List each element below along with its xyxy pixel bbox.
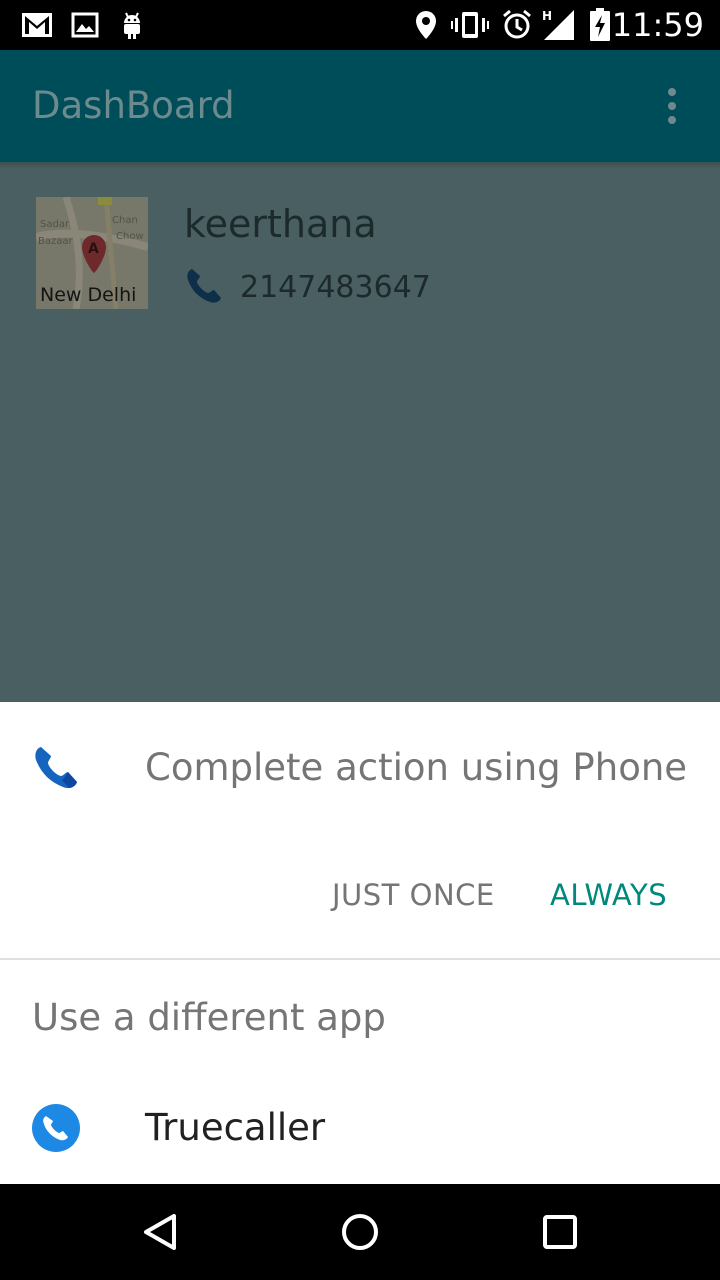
recents-icon[interactable] [536,1208,584,1256]
svg-text:Bazaar: Bazaar [38,236,73,247]
contact-name: keerthana [184,202,377,246]
android-icon [116,8,148,42]
truecaller-icon: true [32,1104,80,1152]
map-thumbnail[interactable]: Sadar Bazaar Chan Chow A New Delhi [36,197,148,309]
back-icon[interactable] [136,1208,184,1256]
different-app-heading: Use a different app [32,996,386,1039]
signal-h-icon: H [540,8,576,42]
battery-charging-icon [588,8,612,42]
app-title: DashBoard [32,84,235,127]
svg-text:A: A [88,241,99,257]
svg-text:Chan: Chan [112,215,138,226]
navigation-bar [0,1184,720,1280]
just-once-button[interactable]: JUST ONCE [316,868,511,922]
more-vert-icon[interactable] [652,86,692,126]
svg-text:true: true [59,1121,73,1129]
divider [0,958,720,960]
home-icon[interactable] [336,1208,384,1256]
gallery-icon [70,8,100,42]
status-time: 11:59 [611,6,704,44]
location-icon [412,8,440,42]
contact-list: Sadar Bazaar Chan Chow A New Delhi keert… [0,162,720,702]
app-bar-shadow [0,162,720,168]
map-thumbnail-label: New Delhi [40,284,136,306]
svg-text:H: H [542,9,552,23]
vibrate-icon [450,8,490,42]
gmail-icon [20,8,54,42]
app-bar: DashBoard [0,50,720,162]
svg-text:Sadar: Sadar [40,219,70,230]
contact-phone: 2147483647 [240,270,431,305]
svg-text:Chow: Chow [116,231,144,242]
always-button[interactable]: ALWAYS [534,868,683,922]
phone-app-icon [32,744,80,792]
chooser-sheet: Complete action using Phone JUST ONCE AL… [0,702,720,1184]
app-option-truecaller[interactable]: true Truecaller [0,1074,720,1184]
alarm-icon [500,8,534,42]
phone-icon[interactable] [184,266,224,306]
chooser-title: Complete action using Phone [145,746,688,789]
status-bar: H 11:59 [0,0,720,50]
truecaller-label: Truecaller [145,1106,326,1149]
